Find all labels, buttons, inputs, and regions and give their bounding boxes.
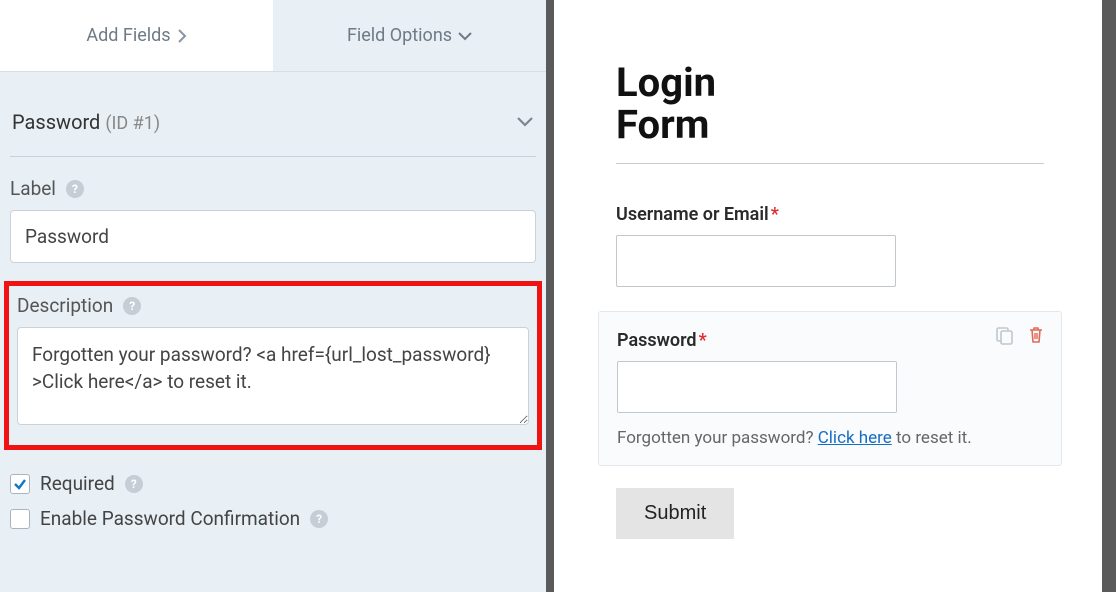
field-header[interactable]: Password (ID #1) (10, 92, 536, 157)
description-title: Description (17, 294, 113, 317)
description-row: Description ? (17, 294, 529, 317)
chevron-right-icon (177, 29, 187, 43)
description-group: Description ? (17, 294, 529, 429)
trash-icon[interactable] (1025, 324, 1047, 346)
form-title: Login Form (616, 62, 1044, 145)
reset-link[interactable]: Click here (818, 428, 892, 448)
label-input[interactable] (10, 210, 536, 263)
username-label-text: Username or Email (616, 204, 769, 225)
chevron-down-icon (516, 116, 534, 128)
field-name: Password (12, 110, 100, 134)
help-icon[interactable]: ? (123, 297, 141, 315)
password-field-selected[interactable]: Password* Forgotten your password? Click… (598, 311, 1062, 466)
username-label: Username or Email* (616, 204, 1044, 225)
field-options-body: Password (ID #1) Label ? Description ? (0, 72, 546, 552)
panel-tabs: Add Fields Field Options (0, 0, 546, 72)
required-row: Required ? (10, 472, 536, 495)
help-icon[interactable]: ? (66, 180, 84, 198)
field-actions (993, 324, 1047, 346)
desc-prefix: Forgotten your password? (617, 428, 818, 448)
field-id: (ID #1) (105, 113, 160, 134)
description-highlight: Description ? (4, 281, 542, 450)
submit-button[interactable]: Submit (616, 488, 734, 539)
preview-panel: Login Form Username or Email* (546, 0, 1116, 592)
username-input[interactable] (616, 235, 896, 287)
field-options-panel: Add Fields Field Options Password (ID #1… (0, 0, 546, 592)
tab-field-options-label: Field Options (347, 25, 452, 46)
label-row: Label ? (10, 177, 536, 200)
required-asterisk: * (771, 204, 779, 225)
password-description: Forgotten your password? Click here to r… (617, 427, 1043, 451)
preview-frame: Login Form Username or Email* (554, 0, 1102, 592)
tab-add-fields[interactable]: Add Fields (0, 0, 273, 71)
required-checkbox[interactable] (10, 474, 30, 494)
enable-confirm-checkbox[interactable] (10, 509, 30, 529)
label-group: Label ? (10, 177, 536, 263)
enable-confirm-row: Enable Password Confirmation ? (10, 507, 536, 530)
chevron-down-icon (458, 31, 472, 41)
title-divider (616, 163, 1044, 164)
help-icon[interactable]: ? (125, 475, 143, 493)
field-header-title: Password (ID #1) (12, 110, 160, 134)
required-label: Required (40, 472, 115, 495)
password-label-text: Password (617, 330, 697, 351)
desc-suffix: to reset it. (892, 428, 972, 448)
description-input[interactable] (17, 327, 529, 425)
label-title: Label (10, 177, 56, 200)
help-icon[interactable]: ? (310, 510, 328, 528)
password-label: Password* (617, 330, 1043, 351)
enable-confirm-label: Enable Password Confirmation (40, 507, 300, 530)
required-asterisk: * (699, 330, 707, 351)
tab-add-fields-label: Add Fields (86, 25, 170, 46)
duplicate-icon[interactable] (993, 324, 1015, 346)
username-field[interactable]: Username or Email* (616, 204, 1044, 287)
tab-field-options[interactable]: Field Options (273, 0, 546, 71)
password-input[interactable] (617, 361, 897, 413)
